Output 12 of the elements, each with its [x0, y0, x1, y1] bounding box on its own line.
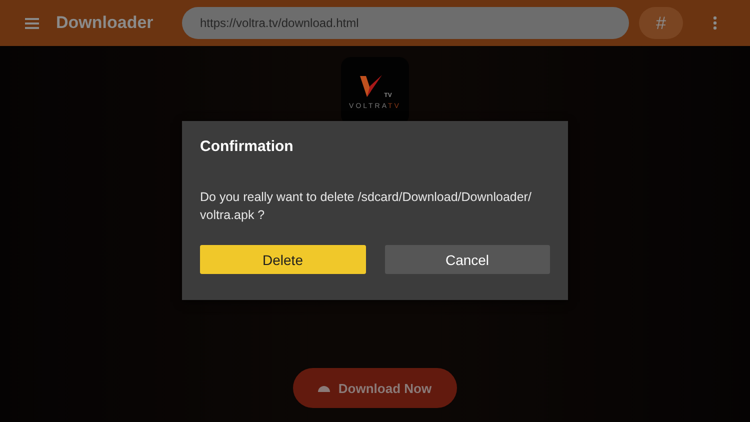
- dialog-button[interactable]: Cancel: [384, 245, 550, 274]
- logo-icon: [358, 72, 384, 98]
- download-button[interactable]: Download Now: [293, 368, 457, 408]
- more-icon[interactable]: [713, 16, 717, 30]
- url-field[interactable]: https://voltra.tv/download.html: [182, 7, 629, 39]
- focused-button[interactable]: Delete: [200, 245, 366, 274]
- app-title: Downloader: [56, 13, 154, 33]
- menu-icon[interactable]: [25, 18, 39, 28]
- hash-button[interactable]: #: [639, 7, 683, 39]
- dialog-title: Confirmation: [200, 138, 294, 155]
- dialog-message: Do you really want to delete /sdcard/Download/Downloader/ voltra.apk ?: [200, 189, 532, 224]
- android-icon: [318, 384, 330, 392]
